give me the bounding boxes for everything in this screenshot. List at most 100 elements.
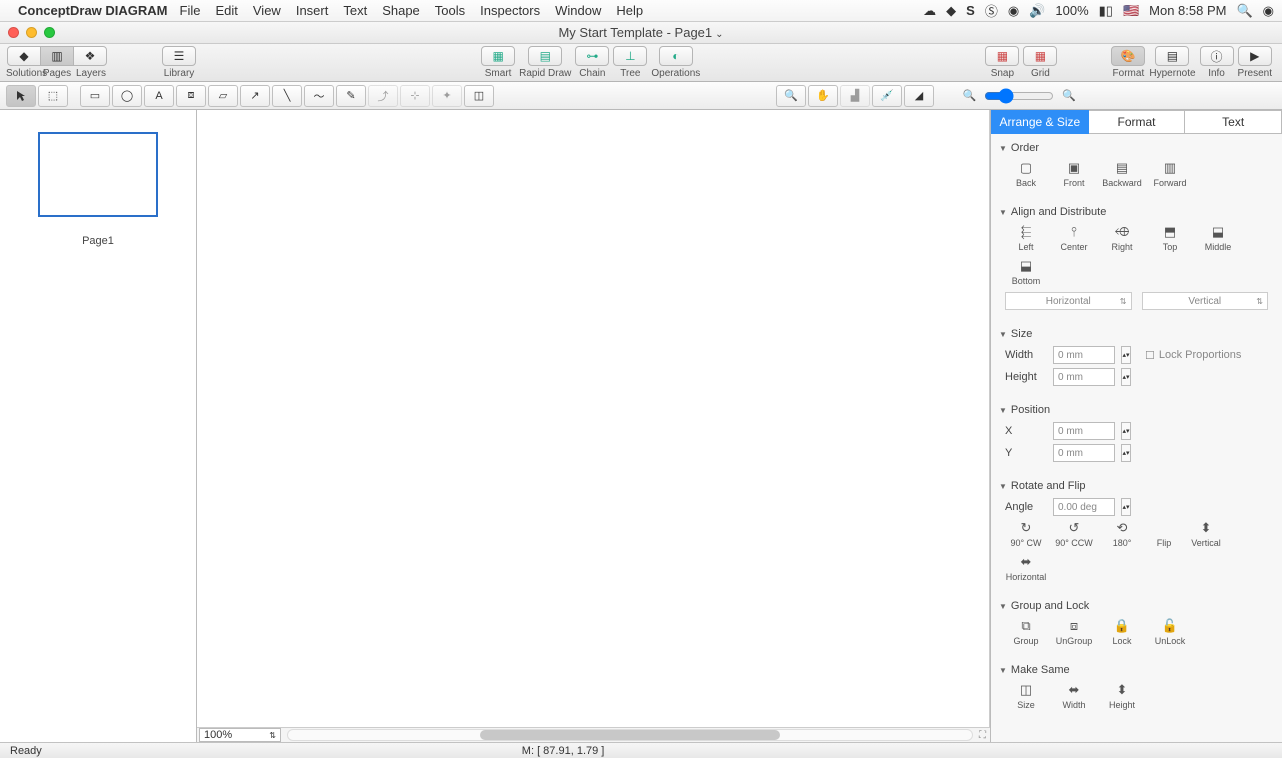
library-button[interactable]: ☰ <box>162 46 196 66</box>
height-input[interactable] <box>1053 368 1115 386</box>
height-stepper[interactable]: ▴▾ <box>1121 368 1131 386</box>
align-center-button[interactable]: ⫯Center <box>1053 224 1095 252</box>
align-right-button[interactable]: ⬲Right <box>1101 224 1143 252</box>
zoom-out-icon[interactable]: 🔍 <box>963 89 977 102</box>
order-backward-button[interactable]: ▤Backward <box>1101 160 1143 188</box>
group-button[interactable]: ⧉Group <box>1005 618 1047 646</box>
chain-button[interactable]: ⊶ <box>575 46 609 66</box>
textbox-tool[interactable]: ⧈ <box>176 85 206 107</box>
tab-text[interactable]: Text <box>1185 110 1282 134</box>
distribute-vertical-select[interactable]: Vertical⇅ <box>1142 292 1269 310</box>
same-size-button[interactable]: ◫Size <box>1005 682 1047 710</box>
callout-tool[interactable]: ▱ <box>208 85 238 107</box>
notification-icon[interactable]: ◉ <box>1263 3 1274 19</box>
flip-horizontal-button[interactable]: ⬌Horizontal <box>1005 554 1047 582</box>
menu-view[interactable]: View <box>253 3 281 18</box>
tree-button[interactable]: ⊥ <box>613 46 647 66</box>
makesame-header[interactable]: ▼Make Same <box>999 660 1274 680</box>
maximize-button[interactable] <box>44 27 55 38</box>
menu-insert[interactable]: Insert <box>296 3 329 18</box>
zoom-in-icon[interactable]: 🔍 <box>1062 89 1076 102</box>
clock[interactable]: Mon 8:58 PM <box>1149 3 1226 18</box>
y-input[interactable] <box>1053 444 1115 462</box>
menu-file[interactable]: File <box>180 3 201 18</box>
rotate-cw-button[interactable]: ↻90° CW <box>1005 520 1047 548</box>
ungroup-button[interactable]: ⧈UnGroup <box>1053 618 1095 646</box>
spotlight-icon[interactable]: 🔍 <box>1236 3 1252 19</box>
eraser-tool[interactable]: ◢ <box>904 85 934 107</box>
pan-tool[interactable]: ✋ <box>808 85 838 107</box>
rotate-header[interactable]: ▼Rotate and Flip <box>999 476 1274 496</box>
smart-button[interactable]: ▦ <box>481 46 515 66</box>
document-title[interactable]: My Start Template - Page1⌄ <box>558 25 723 40</box>
battery-icon[interactable]: ▮▯ <box>1099 3 1113 19</box>
group-header[interactable]: ▼Group and Lock <box>999 596 1274 616</box>
flip-vertical-button[interactable]: ⬍Vertical <box>1185 520 1227 548</box>
rectangle-tool[interactable]: ▭ <box>80 85 110 107</box>
rapid-draw-button[interactable]: ▤ <box>528 46 562 66</box>
layers-button[interactable]: ❖ <box>73 46 107 66</box>
format-button[interactable]: 🎨 <box>1111 46 1145 66</box>
close-button[interactable] <box>8 27 19 38</box>
app-name[interactable]: ConceptDraw DIAGRAM <box>18 3 168 18</box>
skype-icon[interactable]: Ⓢ <box>985 1 998 20</box>
text-tool[interactable]: A <box>144 85 174 107</box>
menu-window[interactable]: Window <box>555 3 601 18</box>
angle-stepper[interactable]: ▴▾ <box>1121 498 1131 516</box>
position-header[interactable]: ▼Position <box>999 400 1274 420</box>
connector-tool[interactable]: ⤴ <box>368 85 398 107</box>
align-top-button[interactable]: ⬒Top <box>1149 224 1191 252</box>
page-thumbnail[interactable] <box>38 132 158 217</box>
solutions-button[interactable]: ◆ <box>7 46 41 66</box>
width-stepper[interactable]: ▴▾ <box>1121 346 1131 364</box>
select-tool[interactable]: ⬚ <box>38 85 68 107</box>
menu-text[interactable]: Text <box>343 3 367 18</box>
cloud-icon[interactable]: ☁ <box>923 3 936 19</box>
menu-shape[interactable]: Shape <box>382 3 420 18</box>
line-tool[interactable]: ╲ <box>272 85 302 107</box>
x-input[interactable] <box>1053 422 1115 440</box>
rotate-ccw-button[interactable]: ↺90° CCW <box>1053 520 1095 548</box>
x-stepper[interactable]: ▴▾ <box>1121 422 1131 440</box>
info-button[interactable]: ⓘ <box>1200 46 1234 66</box>
zoom-tool[interactable]: 🔍 <box>776 85 806 107</box>
align-left-button[interactable]: ⬱Left <box>1005 224 1047 252</box>
order-forward-button[interactable]: ▥Forward <box>1149 160 1191 188</box>
menu-inspectors[interactable]: Inspectors <box>480 3 540 18</box>
same-height-button[interactable]: ⬍Height <box>1101 682 1143 710</box>
stamp-tool[interactable]: ▟ <box>840 85 870 107</box>
diamond-icon[interactable]: ◆ <box>946 3 956 19</box>
pen-tool[interactable]: ✎ <box>336 85 366 107</box>
ellipse-tool[interactable]: ◯ <box>112 85 142 107</box>
node-tool[interactable]: ✦ <box>432 85 462 107</box>
fit-icon[interactable]: ⛶ <box>979 730 986 741</box>
minimize-button[interactable] <box>26 27 37 38</box>
unlock-button[interactable]: 🔓UnLock <box>1149 618 1191 646</box>
pages-button[interactable]: ▥ <box>40 46 74 66</box>
width-input[interactable] <box>1053 346 1115 364</box>
align-header[interactable]: ▼Align and Distribute <box>999 202 1274 222</box>
distribute-horizontal-select[interactable]: Horizontal⇅ <box>1005 292 1132 310</box>
volume-icon[interactable]: 🔊 <box>1029 3 1045 19</box>
y-stepper[interactable]: ▴▾ <box>1121 444 1131 462</box>
menu-edit[interactable]: Edit <box>215 3 237 18</box>
anchor-tool[interactable]: ⊹ <box>400 85 430 107</box>
menu-help[interactable]: Help <box>616 3 643 18</box>
eyedropper-tool[interactable]: 💉 <box>872 85 902 107</box>
s-icon[interactable]: S <box>966 3 975 18</box>
arrow-tool[interactable]: ↗ <box>240 85 270 107</box>
curve-tool[interactable]: ～ <box>304 85 334 107</box>
align-bottom-button[interactable]: ⬓Bottom <box>1005 258 1047 286</box>
drawing-canvas[interactable] <box>197 110 990 727</box>
angle-input[interactable] <box>1053 498 1115 516</box>
tab-format[interactable]: Format <box>1089 110 1186 134</box>
lock-proportions-checkbox[interactable]: ☐ Lock Proportions <box>1145 349 1241 362</box>
snap-button[interactable]: ▦ <box>985 46 1019 66</box>
zoom-select[interactable]: 100%⇅ <box>199 728 281 742</box>
rotate-180-button[interactable]: ⟲180° <box>1101 520 1143 548</box>
wifi-icon[interactable]: ◉ <box>1008 3 1019 19</box>
align-middle-button[interactable]: ⬓Middle <box>1197 224 1239 252</box>
pointer-tool[interactable] <box>6 85 36 107</box>
order-header[interactable]: ▼Order <box>999 138 1274 158</box>
zoom-slider[interactable] <box>984 88 1054 104</box>
